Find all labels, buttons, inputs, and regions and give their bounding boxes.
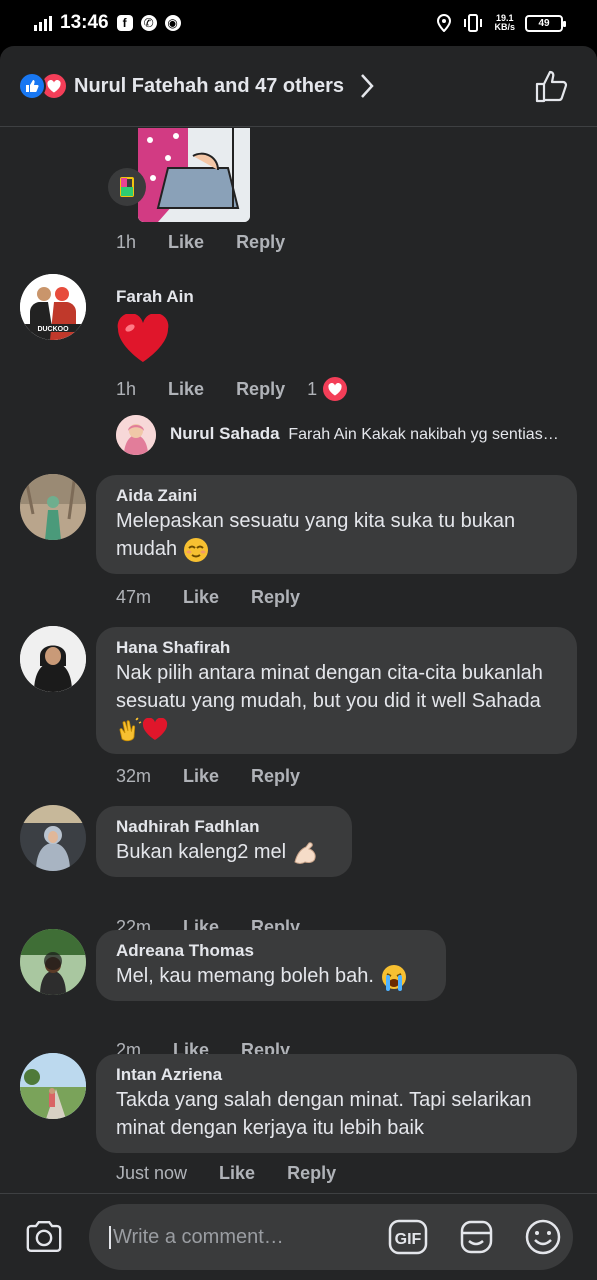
facebook-icon: f <box>116 15 133 31</box>
comment-actions: 32m Like Reply <box>116 766 332 787</box>
comment-actions: 1h Like Reply 1 <box>116 375 381 403</box>
commenter-name[interactable]: Aida Zaini <box>116 485 557 507</box>
clapping-hands-emoji <box>119 717 142 741</box>
net-speed: 19.1 KB/s <box>494 13 515 32</box>
emoji-button[interactable] <box>524 1217 562 1257</box>
comment-time: 1h <box>116 232 137 252</box>
avatar[interactable] <box>20 626 86 692</box>
comment-text: Bukan kaleng2 mel <box>116 838 332 866</box>
like-button[interactable]: Like <box>219 1163 255 1184</box>
comment-text: Mel, kau memang boleh bah. <box>116 962 426 991</box>
like-post-button[interactable] <box>535 69 571 103</box>
comment-text: Melepaskan sesuatu yang kita suka tu buk… <box>116 507 556 563</box>
location-icon <box>437 14 452 32</box>
like-button[interactable]: Like <box>183 587 219 608</box>
gif-label: GIF <box>395 1231 422 1248</box>
like-button[interactable]: Like <box>183 766 219 787</box>
like-button[interactable]: Like <box>168 232 204 253</box>
signal-icon <box>34 15 52 31</box>
commenter-name[interactable]: Adreana Thomas <box>116 940 426 962</box>
comment-input[interactable] <box>109 1225 378 1249</box>
battery-icon: 49 <box>525 14 566 32</box>
document-icon[interactable] <box>108 168 146 206</box>
commenter-name[interactable]: Hana Shafirah <box>116 637 557 659</box>
comment-actions: Just now Like Reply <box>116 1163 368 1184</box>
status-bar: 13:46 f ✆ ◉ 19.1 KB/s 49 <box>0 0 597 46</box>
gif-button[interactable]: GIF <box>388 1217 428 1257</box>
reply-button[interactable]: Reply <box>251 766 300 787</box>
reply-preview[interactable]: Nurul Sahada Farah Ain Kakak nakibah yg … <box>0 415 597 455</box>
comment-actions: 1h Like Reply <box>116 232 317 253</box>
comment-time: 32m <box>116 766 152 786</box>
reply-button[interactable]: Reply <box>236 379 285 400</box>
comment-bubble[interactable]: Adreana Thomas Mel, kau memang boleh bah… <box>96 930 446 1001</box>
avatar[interactable] <box>20 929 86 995</box>
comment-bubble[interactable]: Aida Zaini Melepaskan sesuatu yang kita … <box>96 475 577 574</box>
comment-time: 1h <box>116 378 137 399</box>
comment-text: Nak pilih antara minat dengan cita-cita … <box>116 659 556 743</box>
love-reaction-icon <box>321 375 350 403</box>
avatar[interactable] <box>20 474 86 540</box>
comment-bubble[interactable]: Hana Shafirah Nak pilih antara minat den… <box>96 627 577 754</box>
chevron-right-icon[interactable] <box>358 72 376 100</box>
reply-author: Nurul Sahada <box>170 424 280 443</box>
crying-face-emoji <box>381 964 406 991</box>
whatsapp-icon: ✆ <box>140 15 157 31</box>
relieved-face-emoji <box>183 537 208 562</box>
avatar[interactable] <box>20 805 86 871</box>
comment-bubble[interactable]: Intan Azriena Takda yang salah dengan mi… <box>96 1054 577 1153</box>
camera-button[interactable] <box>24 1216 64 1258</box>
red-heart-emoji <box>142 717 168 740</box>
comments-sheet: Nurul Fatehah and 47 others 1h Like Repl… <box>0 46 597 1280</box>
avatar[interactable] <box>20 1053 86 1119</box>
reactions-header[interactable]: Nurul Fatehah and 47 others <box>0 46 597 127</box>
reply-avatar[interactable] <box>116 415 156 455</box>
avatar[interactable]: DUCKOO <box>20 274 86 340</box>
reaction-count[interactable]: 1 <box>307 379 317 400</box>
flexed-biceps-emoji <box>294 841 316 864</box>
avatar-text: DUCKOO <box>37 326 69 333</box>
sticker-image <box>138 128 250 222</box>
commenter-name[interactable]: Nadhirah Fadhlan <box>116 816 332 838</box>
like-reaction-icon <box>18 72 46 100</box>
reactions-summary[interactable]: Nurul Fatehah and 47 others <box>74 75 344 98</box>
status-time: 13:46 <box>60 12 109 33</box>
sticker-button[interactable] <box>456 1217 496 1257</box>
comment-time: 47m <box>116 587 152 607</box>
commenter-name[interactable]: Intan Azriena <box>116 1064 557 1086</box>
comment-actions: 47m Like Reply <box>116 587 332 608</box>
reply-button[interactable]: Reply <box>287 1163 336 1184</box>
comment-text: Takda yang salah dengan minat. Tapi sela… <box>116 1089 532 1139</box>
vibrate-icon <box>464 14 483 32</box>
comment-time: Just now <box>116 1163 188 1183</box>
reply-button[interactable]: Reply <box>236 232 285 253</box>
heart-emoji <box>116 313 170 369</box>
like-button[interactable]: Like <box>168 379 204 400</box>
chrome-icon: ◉ <box>164 15 181 31</box>
reply-button[interactable]: Reply <box>251 587 300 608</box>
comment-composer: GIF <box>0 1193 597 1280</box>
reply-snippet: Farah Ain Kakak nakibah yg sentias… <box>288 426 559 443</box>
comment-bubble[interactable]: Nadhirah Fadhlan Bukan kaleng2 mel <box>96 806 352 877</box>
commenter-name[interactable]: Farah Ain <box>116 286 194 308</box>
comment-input-box[interactable]: GIF <box>89 1204 573 1270</box>
